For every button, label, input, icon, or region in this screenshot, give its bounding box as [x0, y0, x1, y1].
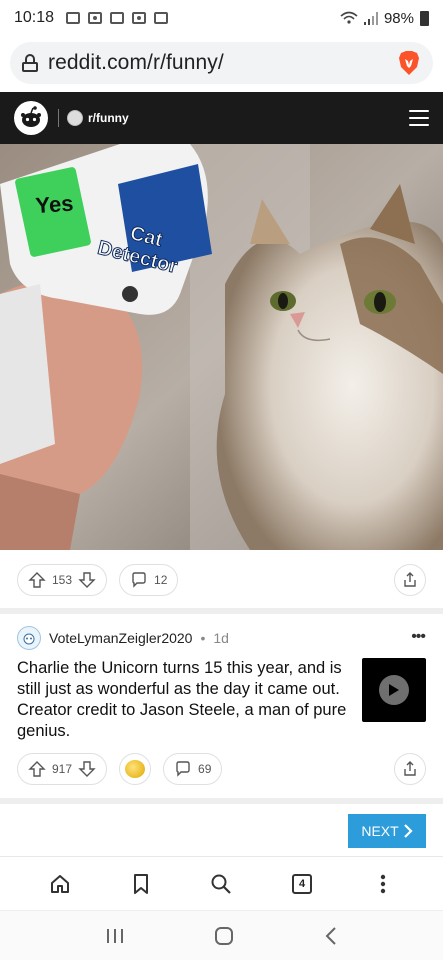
chevron-right-icon — [403, 824, 413, 838]
post1-share-button[interactable] — [394, 564, 426, 596]
post-image[interactable]: Yes CatDetector — [0, 144, 443, 550]
upvote-icon[interactable] — [28, 571, 46, 589]
post2-comment-count: 69 — [198, 762, 212, 776]
url-bar-container: reddit.com/r/funny/ — [0, 36, 443, 92]
post2-vote-count: 917 — [52, 762, 73, 776]
share-icon — [404, 761, 416, 776]
recent-apps-icon[interactable] — [105, 927, 125, 945]
menu-icon[interactable] — [409, 110, 429, 126]
next-button[interactable]: NEXT — [348, 814, 426, 848]
post2-title[interactable]: Charlie the Unicorn turns 15 this year, … — [17, 658, 347, 742]
url-bar[interactable]: reddit.com/r/funny/ — [10, 42, 433, 84]
reddit-header: r/funny — [0, 92, 443, 144]
bookmark-button[interactable] — [126, 869, 156, 899]
battery-icon — [420, 10, 429, 26]
lock-icon — [22, 54, 38, 72]
post2-comments-button[interactable]: 69 — [163, 753, 223, 785]
bookmark-icon — [133, 873, 148, 894]
more-vertical-icon — [380, 874, 385, 893]
downvote-icon[interactable] — [78, 571, 96, 589]
post2-header: VoteLymanZeigler2020 • 1d — [17, 626, 229, 650]
post1-vote-count: 153 — [52, 573, 73, 587]
post2-vote-group: 917 — [17, 753, 108, 785]
post-separator — [0, 798, 443, 804]
battery-percent: 98% — [383, 9, 414, 27]
image-notification-icon — [154, 12, 169, 24]
upvote-icon[interactable] — [28, 760, 46, 778]
browser-menu-button[interactable] — [368, 869, 398, 899]
thermometer-screen-text: Yes — [35, 191, 75, 219]
post1-vote-group: 153 — [17, 564, 108, 596]
home-icon — [51, 874, 70, 893]
post2-action-bar: 917 69 — [0, 743, 443, 795]
post2-video-thumbnail[interactable] — [362, 658, 426, 722]
post2-share-button[interactable] — [394, 753, 426, 785]
wifi-icon — [340, 11, 358, 24]
notification-icon — [88, 12, 103, 24]
tabs-button[interactable]: 4 — [287, 869, 317, 899]
reddit-logo-icon[interactable] — [14, 101, 48, 135]
signal-icon — [363, 11, 378, 25]
post-separator — [0, 608, 443, 614]
downvote-icon[interactable] — [78, 760, 96, 778]
award-icon[interactable] — [119, 753, 152, 785]
post2-author[interactable]: VoteLymanZeigler2020 — [49, 630, 192, 646]
user-avatar[interactable] — [17, 626, 41, 650]
system-navigation-bar — [0, 910, 443, 960]
gallery-notification-icon — [110, 12, 125, 24]
home-button[interactable] — [45, 869, 75, 899]
browser-toolbar: 4 — [0, 856, 443, 910]
back-icon[interactable] — [324, 926, 338, 946]
app-notification-icon — [132, 12, 147, 24]
url-text[interactable]: reddit.com/r/funny/ — [48, 51, 224, 75]
more-options-icon[interactable]: ••• — [411, 628, 426, 646]
post2-age: 1d — [213, 630, 229, 646]
search-icon — [211, 874, 232, 894]
home-nav-icon[interactable] — [214, 926, 234, 946]
header-divider — [58, 109, 59, 127]
status-bar: 10:18 98% — [0, 0, 443, 36]
share-icon — [404, 572, 416, 587]
meta-separator: • — [200, 630, 206, 646]
next-label: NEXT — [361, 823, 399, 839]
post1-action-bar: 153 12 — [0, 554, 443, 606]
search-button[interactable] — [206, 869, 236, 899]
comment-icon — [176, 761, 190, 777]
status-time: 10:18 — [14, 9, 55, 26]
tab-count: 4 — [292, 873, 313, 894]
post1-comment-count: 12 — [154, 573, 168, 587]
brave-shields-icon[interactable] — [397, 50, 421, 76]
post1-comments-button[interactable]: 12 — [119, 564, 179, 596]
play-icon — [379, 675, 409, 705]
subreddit-avatar[interactable] — [67, 110, 83, 126]
subreddit-name[interactable]: r/funny — [88, 111, 129, 125]
comment-icon — [132, 572, 146, 588]
gallery-notification-icon — [66, 12, 81, 24]
